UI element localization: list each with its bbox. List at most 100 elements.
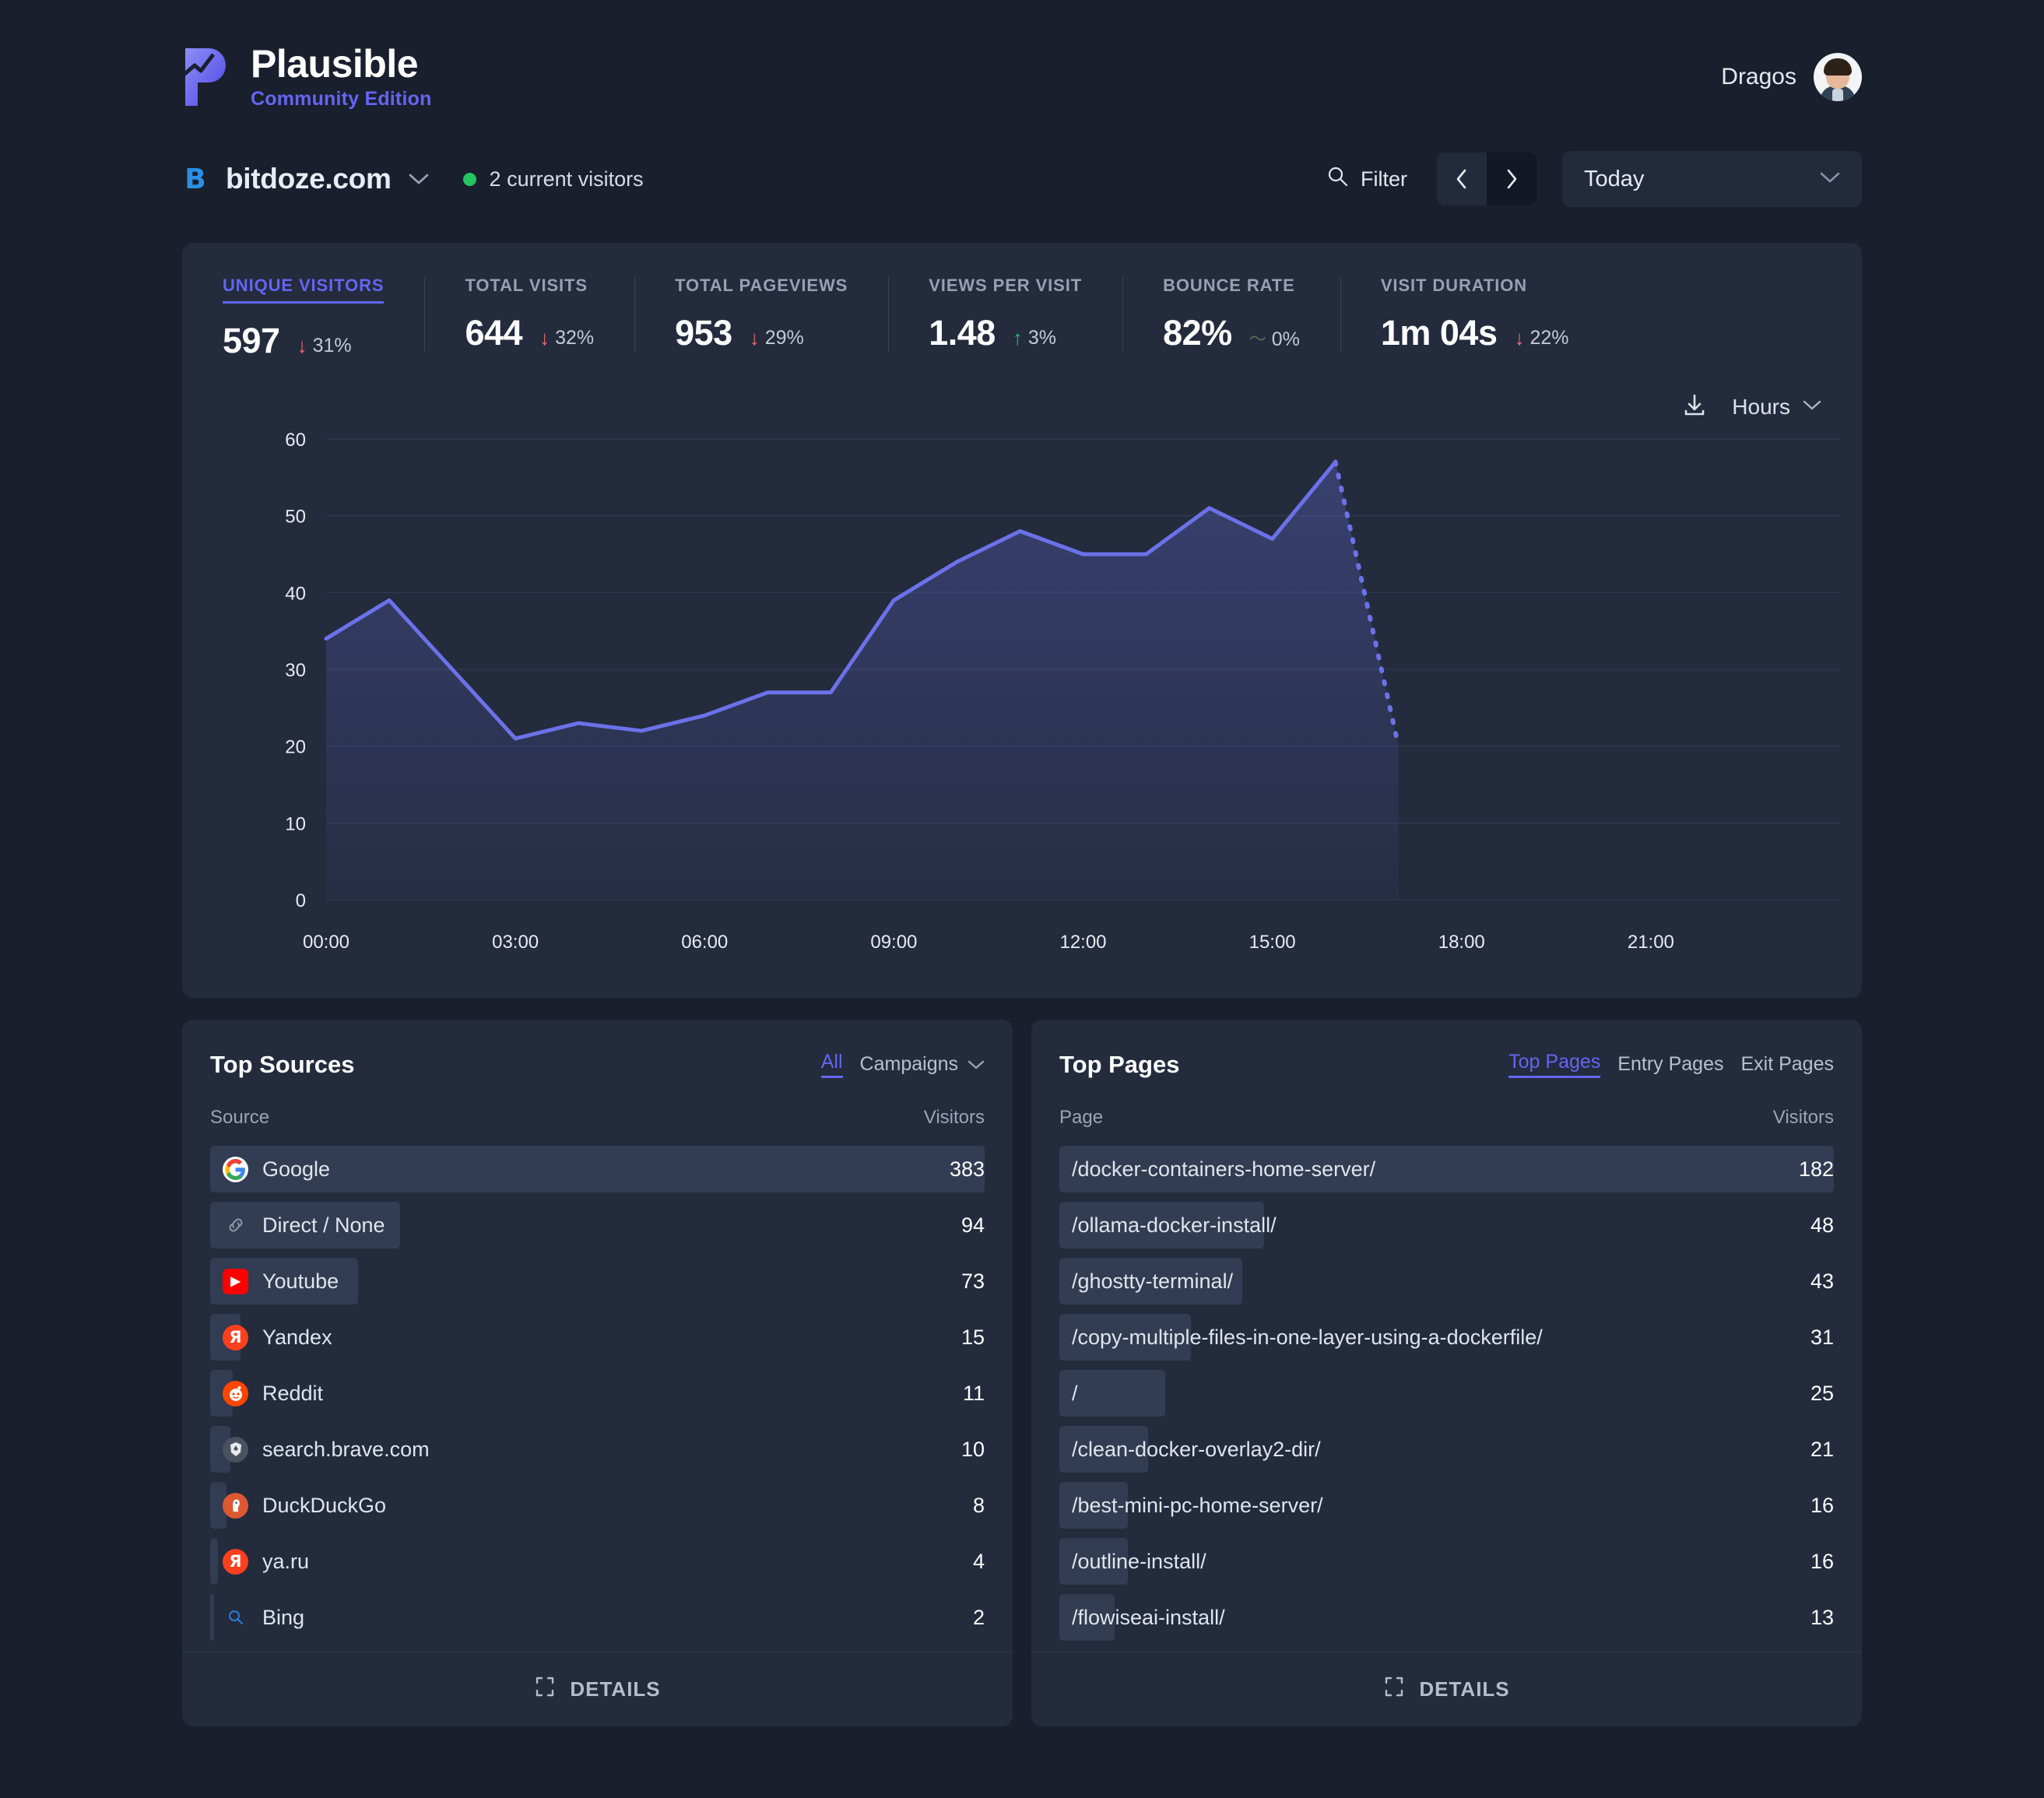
page-row[interactable]: /copy-multiple-files-in-one-layer-using-… — [1059, 1309, 1834, 1365]
top-navigation-bar: Plausible Community Edition Dragos — [182, 0, 1862, 132]
source-name: Direct / None — [262, 1213, 385, 1238]
source-row[interactable]: Google383 — [210, 1141, 985, 1197]
kpi-value: 953 — [675, 313, 732, 353]
svg-text:50: 50 — [285, 507, 306, 528]
youtube-icon: ▶ — [223, 1269, 248, 1294]
kpi-value: 644 — [465, 313, 522, 353]
avatar-hair — [1824, 58, 1852, 76]
avatar[interactable] — [1814, 53, 1862, 101]
page-path: /docker-containers-home-server/ — [1072, 1157, 1375, 1182]
source-name: Youtube — [262, 1269, 339, 1294]
trend-down-icon: ↓ — [297, 335, 307, 356]
kpi-label: BOUNCE RATE — [1163, 276, 1300, 296]
column-header-source: Source — [210, 1107, 269, 1129]
page-visitors: 48 — [1810, 1213, 1834, 1238]
trend-down-icon: ↓ — [539, 328, 550, 348]
search-icon — [1327, 166, 1348, 192]
pages-details-button[interactable]: DETAILS — [1031, 1652, 1862, 1726]
page-row[interactable]: /outline-install/16 — [1059, 1533, 1834, 1589]
source-name: Bing — [262, 1606, 304, 1630]
expand-icon — [534, 1676, 556, 1703]
kpi-delta: ↓32% — [539, 327, 594, 349]
svg-text:21:00: 21:00 — [1628, 932, 1674, 953]
kpi-total-visits[interactable]: TOTAL VISITS 644 ↓32% — [424, 276, 634, 361]
chevron-down-icon[interactable] — [409, 173, 429, 185]
page-visitors: 21 — [1810, 1438, 1834, 1462]
source-row[interactable]: Direct / None94 — [210, 1197, 985, 1253]
source-row[interactable]: DuckDuckGo8 — [210, 1477, 985, 1533]
source-visitors: 2 — [973, 1606, 985, 1630]
filter-button[interactable]: Filter — [1327, 166, 1407, 192]
tab-top-pages[interactable]: Top Pages — [1508, 1051, 1600, 1078]
page-row[interactable]: /flowiseai-install/13 — [1059, 1589, 1834, 1645]
page-visitors: 31 — [1810, 1326, 1834, 1350]
site-selector[interactable]: B bitdoze.com 2 current visitors — [182, 163, 644, 195]
kpi-delta-value: 0% — [1272, 328, 1300, 351]
chevron-left-icon[interactable] — [1437, 153, 1487, 205]
kpi-views-per-visit[interactable]: VIEWS PER VISIT1.48↑3% — [888, 276, 1122, 361]
source-row[interactable]: Reddit11 — [210, 1365, 985, 1421]
svg-text:0: 0 — [296, 890, 306, 911]
tab-all[interactable]: All — [821, 1051, 843, 1078]
panels-row: Top Sources All Campaigns Source Visitor… — [182, 1020, 1862, 1726]
source-row[interactable]: Bing 2 — [210, 1589, 985, 1645]
tab-campaigns[interactable]: Campaigns — [860, 1053, 958, 1076]
sources-details-button[interactable]: DETAILS — [182, 1652, 1013, 1726]
page-row[interactable]: /clean-docker-overlay2-dir/21 — [1059, 1421, 1834, 1477]
source-row[interactable]: ▶Youtube73 — [210, 1253, 985, 1309]
source-name: Yandex — [262, 1326, 332, 1350]
user-menu[interactable]: Dragos — [1721, 53, 1862, 101]
visitors-chart[interactable]: 010203040506000:0003:0006:0009:0012:0015… — [182, 416, 1862, 998]
page-row[interactable]: /ghostty-terminal/43 — [1059, 1253, 1834, 1309]
trend-flat-icon: 〜 — [1249, 331, 1266, 348]
tab-entry-pages[interactable]: Entry Pages — [1617, 1053, 1723, 1076]
pages-list: /docker-containers-home-server/182/ollam… — [1059, 1141, 1834, 1645]
period-dropdown[interactable]: Today — [1562, 151, 1862, 207]
page-visitors: 182 — [1799, 1157, 1834, 1182]
user-name: Dragos — [1721, 64, 1796, 90]
period-value: Today — [1584, 167, 1644, 192]
kpi-value: 1.48 — [929, 313, 996, 353]
source-row[interactable]: search.brave.com10 — [210, 1421, 985, 1477]
yandex-icon: Я — [223, 1549, 248, 1575]
trend-up-icon: ↑ — [1013, 328, 1023, 348]
svg-text:30: 30 — [285, 660, 306, 681]
kpi-label: TOTAL VISITS — [465, 276, 594, 296]
page-visitors: 16 — [1810, 1550, 1834, 1574]
kpi-unique-visitors[interactable]: UNIQUE VISITORS597↓31% — [223, 276, 424, 361]
chevron-down-icon[interactable] — [968, 1053, 985, 1076]
google-icon — [223, 1157, 248, 1182]
sources-list: Google383Direct / None94▶Youtube73ЯYande… — [210, 1141, 985, 1645]
page-row[interactable]: /ollama-docker-install/48 — [1059, 1197, 1834, 1253]
page-row[interactable]: /best-mini-pc-home-server/16 — [1059, 1477, 1834, 1533]
column-header-page: Page — [1059, 1107, 1103, 1129]
kpi-label: UNIQUE VISITORS — [223, 276, 384, 304]
trend-down-icon: ↓ — [1514, 328, 1524, 348]
svg-text:60: 60 — [285, 430, 306, 451]
kpi-visit-duration[interactable]: VISIT DURATION1m 04s↓22% — [1340, 276, 1610, 361]
svg-text:00:00: 00:00 — [303, 932, 349, 953]
site-controls-bar: B bitdoze.com 2 current visitors Filter — [182, 132, 1862, 226]
page-visitors: 13 — [1810, 1606, 1834, 1630]
kpi-bounce-rate[interactable]: BOUNCE RATE82%〜0% — [1122, 276, 1340, 361]
current-visitors-label: 2 current visitors — [490, 167, 644, 191]
dashboard-page: Plausible Community Edition Dragos B bit… — [0, 0, 2044, 1798]
top-pages-header: Top Pages Top PagesEntry PagesExit Pages — [1059, 1051, 1834, 1079]
page-row[interactable]: /25 — [1059, 1365, 1834, 1421]
kpi-delta: ↓31% — [297, 335, 352, 357]
chevron-right-icon[interactable] — [1487, 153, 1537, 205]
svg-text:18:00: 18:00 — [1438, 932, 1485, 953]
duckduckgo-icon — [223, 1493, 248, 1519]
page-path: /outline-install/ — [1072, 1550, 1206, 1574]
svg-text:10: 10 — [285, 813, 306, 834]
page-path: /ollama-docker-install/ — [1072, 1213, 1277, 1238]
page-row[interactable]: /docker-containers-home-server/182 — [1059, 1141, 1834, 1197]
tab-exit-pages[interactable]: Exit Pages — [1740, 1053, 1834, 1076]
source-visitors: 15 — [961, 1326, 985, 1350]
chevron-down-icon — [1803, 399, 1821, 415]
kpi-total-pageviews[interactable]: TOTAL PAGEVIEWS953↓29% — [634, 276, 888, 361]
source-row[interactable]: Яya.ru4 — [210, 1533, 985, 1589]
trend-down-icon: ↓ — [750, 328, 760, 348]
plausible-logo[interactable]: Plausible Community Edition — [182, 44, 432, 111]
source-row[interactable]: ЯYandex15 — [210, 1309, 985, 1365]
